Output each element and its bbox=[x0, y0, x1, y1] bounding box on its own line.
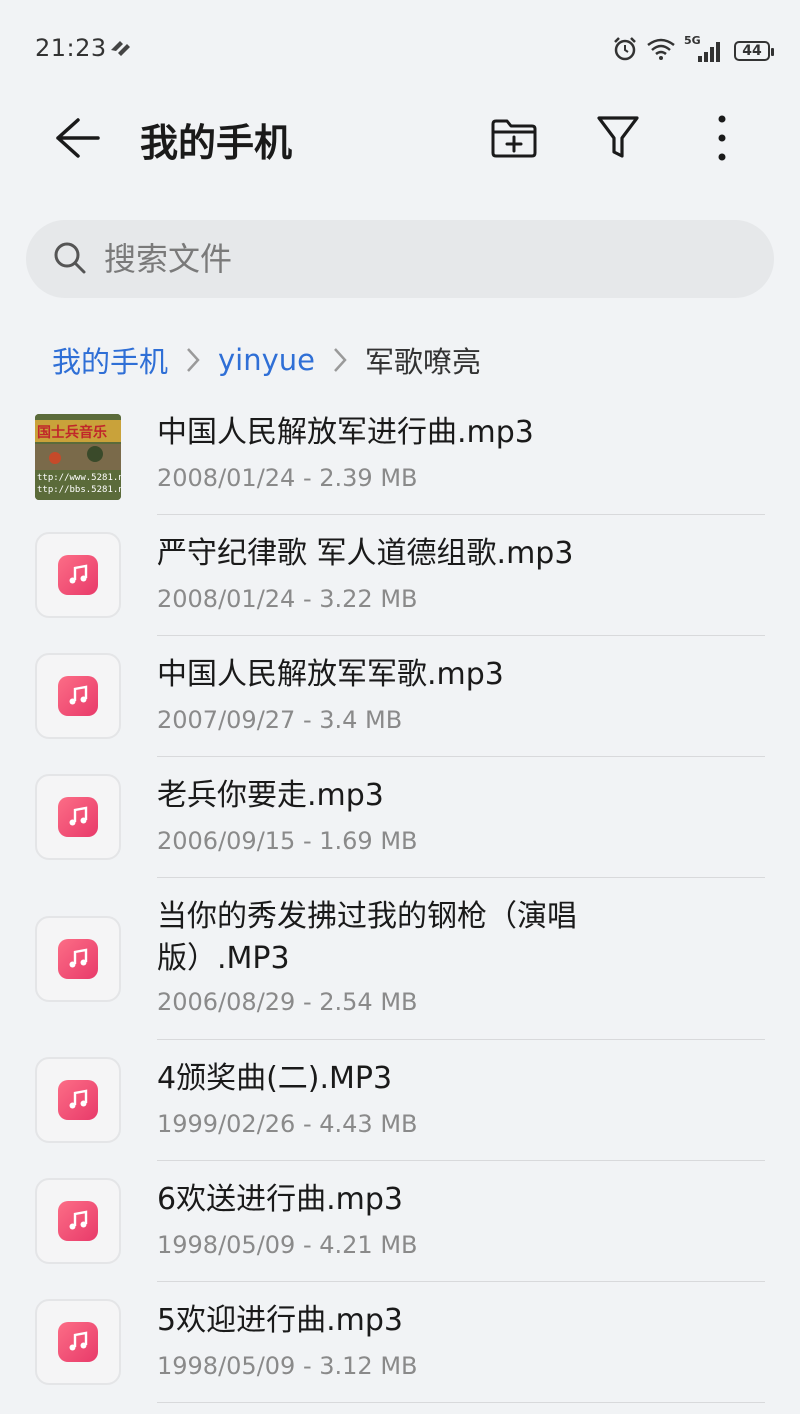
notification-icon bbox=[108, 38, 134, 62]
page-title: 我的手机 bbox=[140, 121, 293, 165]
file-meta: 1998/05/09 - 3.12 MB bbox=[157, 1352, 418, 1380]
file-meta: 2006/09/15 - 1.69 MB bbox=[157, 827, 418, 855]
thumbnail-title: 国士兵音乐 bbox=[37, 424, 107, 441]
music-file-thumbnail bbox=[35, 916, 121, 1002]
file-meta: 2008/01/24 - 2.39 MB bbox=[157, 464, 418, 492]
status-icons: 5G 44 bbox=[612, 34, 774, 66]
file-row[interactable]: 严守纪律歌 军人道德组歌.mp3 2008/01/24 - 3.22 MB bbox=[0, 515, 800, 636]
image-thumbnail: 国士兵音乐 ttp://www.5281.n ttp://bbs.5281.n bbox=[35, 414, 121, 500]
breadcrumb-item-yinyue[interactable]: yinyue bbox=[218, 343, 315, 377]
filter-icon bbox=[597, 116, 639, 158]
divider bbox=[157, 1402, 765, 1403]
file-row[interactable]: 6欢送进行曲.mp3 1998/05/09 - 4.21 MB bbox=[0, 1161, 800, 1282]
music-note-icon bbox=[58, 555, 98, 595]
music-file-thumbnail bbox=[35, 774, 121, 860]
file-meta: 2007/09/27 - 3.4 MB bbox=[157, 706, 403, 734]
file-name: 5欢迎进行曲.mp3 bbox=[157, 1303, 403, 1338]
music-file-thumbnail bbox=[35, 1178, 121, 1264]
new-folder-button[interactable] bbox=[486, 112, 542, 164]
file-name: 严守纪律歌 军人道德组歌.mp3 bbox=[157, 536, 574, 571]
file-meta: 1999/02/26 - 4.43 MB bbox=[157, 1110, 418, 1138]
chevron-right-icon bbox=[333, 347, 347, 373]
filter-button[interactable] bbox=[590, 112, 646, 164]
back-arrow-icon bbox=[56, 118, 100, 158]
breadcrumb: 我的手机 yinyue 军歌嘹亮 bbox=[52, 338, 481, 382]
file-meta: 2008/01/24 - 3.22 MB bbox=[157, 585, 418, 613]
file-row[interactable]: 4颁奖曲(二).MP3 1999/02/26 - 4.43 MB bbox=[0, 1040, 800, 1161]
signal-icon: 5G bbox=[684, 34, 726, 64]
music-note-icon bbox=[58, 1201, 98, 1241]
battery-indicator: 44 bbox=[734, 41, 774, 61]
more-options-button[interactable] bbox=[694, 112, 750, 164]
thumbnail-url: ttp://www.5281.n bbox=[37, 473, 121, 483]
more-vertical-icon bbox=[718, 115, 726, 161]
status-time: 21:23 bbox=[35, 34, 107, 62]
title-bar: 我的手机 bbox=[0, 92, 800, 184]
breadcrumb-item-current: 军歌嘹亮 bbox=[365, 345, 482, 379]
alarm-icon bbox=[612, 36, 638, 66]
thumbnail-url: ttp://bbs.5281.n bbox=[37, 485, 121, 495]
search-icon bbox=[52, 240, 88, 280]
status-bar: 21:23 5G 44 bbox=[0, 0, 800, 100]
breadcrumb-item-my-phone[interactable]: 我的手机 bbox=[52, 339, 168, 381]
file-name: 6欢送进行曲.mp3 bbox=[157, 1182, 403, 1217]
music-note-icon bbox=[58, 1080, 98, 1120]
file-name: 老兵你要走.mp3 bbox=[157, 778, 384, 813]
file-list: 国士兵音乐 ttp://www.5281.n ttp://bbs.5281.n … bbox=[0, 394, 800, 1403]
file-row[interactable]: 5欢迎进行曲.mp3 1998/05/09 - 3.12 MB bbox=[0, 1282, 800, 1403]
chevron-right-icon bbox=[186, 347, 200, 373]
file-meta: 2006/08/29 - 2.54 MB bbox=[157, 988, 418, 1016]
music-file-thumbnail bbox=[35, 1299, 121, 1385]
music-note-icon bbox=[58, 676, 98, 716]
file-name: 中国人民解放军军歌.mp3 bbox=[157, 657, 504, 692]
music-note-icon bbox=[58, 1322, 98, 1362]
file-meta: 1998/05/09 - 4.21 MB bbox=[157, 1231, 418, 1259]
file-name: 中国人民解放军进行曲.mp3 bbox=[157, 415, 534, 450]
new-folder-icon bbox=[491, 119, 537, 158]
music-note-icon bbox=[58, 797, 98, 837]
wifi-icon bbox=[646, 37, 676, 65]
music-file-thumbnail bbox=[35, 532, 121, 618]
search-input[interactable] bbox=[104, 238, 704, 280]
file-row[interactable]: 中国人民解放军军歌.mp3 2007/09/27 - 3.4 MB bbox=[0, 636, 800, 757]
music-file-thumbnail bbox=[35, 653, 121, 739]
file-row[interactable]: 国士兵音乐 ttp://www.5281.n ttp://bbs.5281.n … bbox=[0, 394, 800, 515]
music-note-icon bbox=[58, 939, 98, 979]
file-name: 当你的秀发拂过我的钢枪（演唱版）.MP3 bbox=[157, 899, 577, 976]
music-file-thumbnail bbox=[35, 1057, 121, 1143]
file-row[interactable]: 当你的秀发拂过我的钢枪（演唱版）.MP3 2006/08/29 - 2.54 M… bbox=[0, 878, 800, 1040]
file-name: 4颁奖曲(二).MP3 bbox=[157, 1061, 393, 1096]
file-row[interactable]: 老兵你要走.mp3 2006/09/15 - 1.69 MB bbox=[0, 757, 800, 878]
back-button[interactable] bbox=[52, 114, 104, 162]
